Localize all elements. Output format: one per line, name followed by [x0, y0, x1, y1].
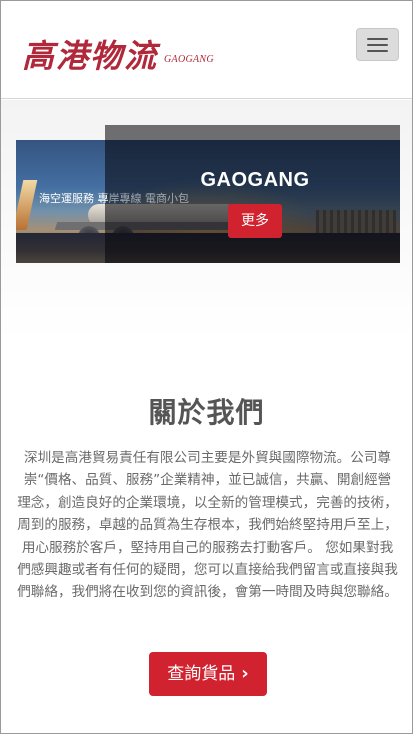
more-button[interactable]: 更多	[228, 204, 282, 238]
site-header: 高港物流 GAOGANG	[1, 1, 412, 99]
menu-bar	[367, 49, 388, 52]
about-description: 深圳是高港貿易責任有限公司主要是外貿與國際物流。公司尊崇“價格、品質、服務”企業…	[17, 450, 398, 601]
logo-chinese-text: 高港物流	[22, 37, 159, 75]
page-frame: 高港物流 GAOGANG 海空運服務 專岸專線 電商小包 GAOGANG 更多 …	[0, 0, 413, 734]
service-marquee: 海空運服務 專岸專線 電商小包	[39, 191, 194, 207]
about-title: 關於我們	[148, 396, 265, 429]
chevron-right-icon: ›	[241, 663, 249, 684]
marquee-ghost-text: 岸專線 電商小包	[108, 192, 190, 205]
menu-bar	[367, 43, 388, 46]
query-goods-button[interactable]: 查詢貨品 ›	[149, 652, 267, 696]
query-goods-label: 查詢貨品	[167, 664, 236, 684]
logo-english-text: GAOGANG	[164, 54, 214, 65]
site-logo[interactable]: 高港物流 GAOGANG	[22, 36, 214, 76]
menu-bar	[367, 37, 388, 40]
hamburger-menu-icon[interactable]	[356, 28, 399, 61]
banner-title: GAOGANG	[200, 169, 310, 191]
marquee-text: 海空運服務 專	[39, 192, 109, 205]
